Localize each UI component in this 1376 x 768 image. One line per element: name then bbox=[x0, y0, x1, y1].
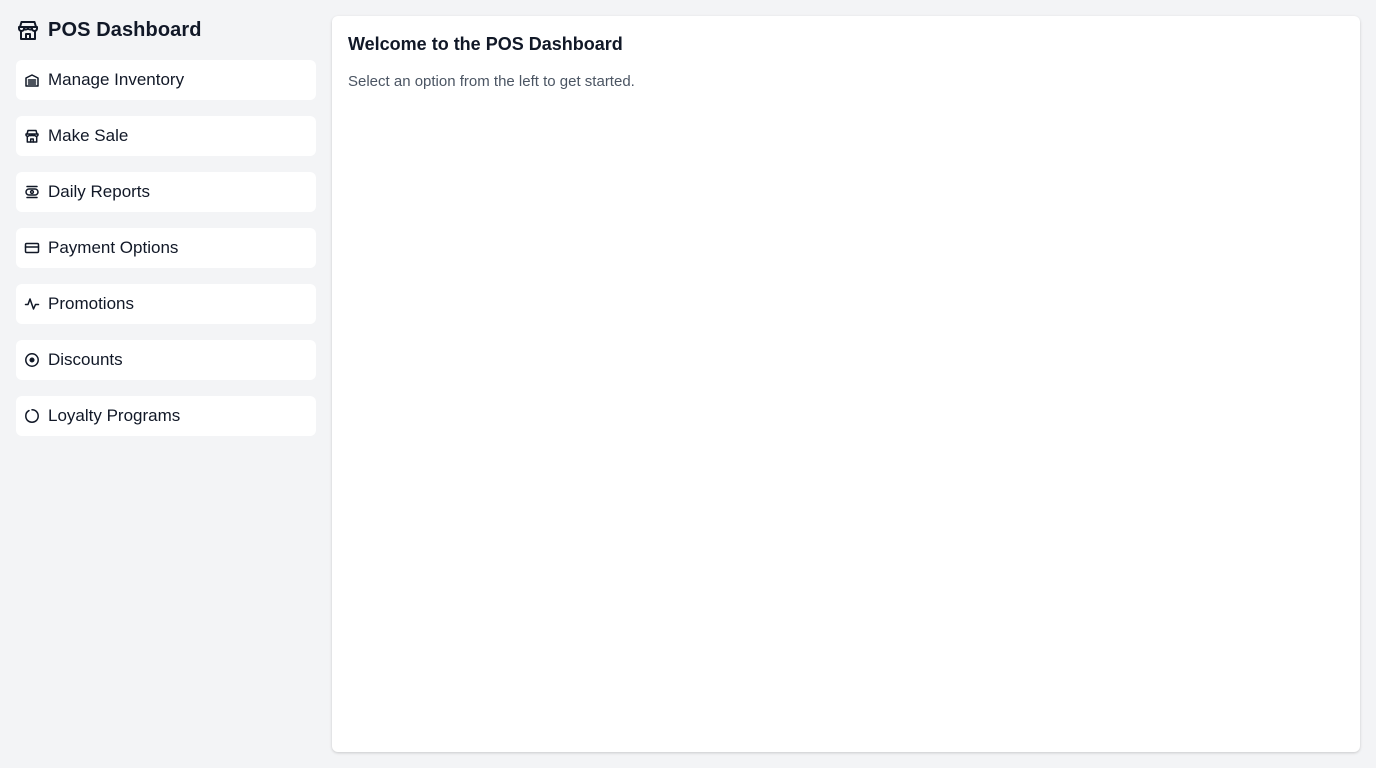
reports-icon bbox=[24, 184, 40, 200]
sidebar-item-label: Loyalty Programs bbox=[48, 406, 181, 425]
sidebar-item-label: Payment Options bbox=[48, 238, 179, 257]
inventory-icon bbox=[24, 72, 40, 88]
activity-icon bbox=[24, 296, 40, 312]
circle-icon bbox=[24, 408, 40, 424]
sidebar-item-payment-options[interactable]: Payment Options bbox=[16, 228, 316, 268]
sidebar-item-label: Manage Inventory bbox=[48, 70, 185, 89]
store-icon bbox=[24, 128, 40, 144]
page-title: Welcome to the POS Dashboard bbox=[348, 34, 623, 54]
credit-card-icon bbox=[24, 240, 40, 256]
page-subtitle: Select an option from the left to get st… bbox=[348, 73, 635, 90]
sidebar-item-label: Promotions bbox=[48, 294, 134, 313]
app-root: POS Dashboard Manage Inventory Make Sale… bbox=[0, 0, 1376, 768]
sidebar-item-label: Make Sale bbox=[48, 126, 129, 145]
main-panel: Welcome to the POS Dashboard Select an o… bbox=[332, 16, 1360, 752]
sidebar-item-make-sale[interactable]: Make Sale bbox=[16, 116, 316, 156]
store-icon bbox=[16, 18, 40, 42]
sidebar-item-loyalty-programs[interactable]: Loyalty Programs bbox=[16, 396, 316, 436]
sidebar-item-discounts[interactable]: Discounts bbox=[16, 340, 316, 380]
brand-title: POS Dashboard bbox=[48, 18, 202, 41]
target-icon bbox=[24, 352, 40, 368]
sidebar-item-daily-reports[interactable]: Daily Reports bbox=[16, 172, 316, 212]
sidebar-item-manage-inventory[interactable]: Manage Inventory bbox=[16, 60, 316, 100]
sidebar-item-label: Daily Reports bbox=[48, 182, 151, 201]
sidebar-item-promotions[interactable]: Promotions bbox=[16, 284, 316, 324]
sidebar: POS Dashboard Manage Inventory Make Sale… bbox=[16, 16, 316, 452]
sidebar-item-label: Discounts bbox=[48, 350, 123, 369]
brand: POS Dashboard bbox=[16, 16, 316, 44]
